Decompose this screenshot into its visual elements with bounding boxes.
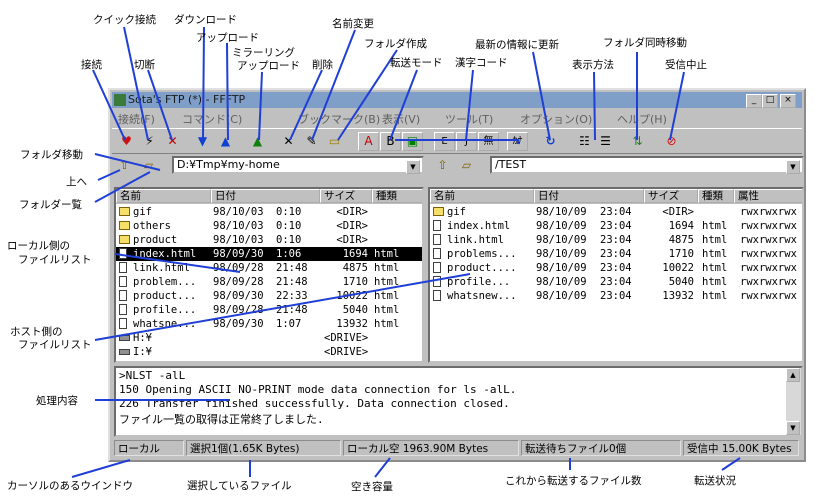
anno-local-list-2: ファイルリスト xyxy=(18,254,92,266)
anno-disconnect: 切断 xyxy=(134,59,155,71)
anno-rename: 名前変更 xyxy=(332,18,374,30)
anno-connect: 接続 xyxy=(81,59,102,71)
anno-cursor-window: カーソルのあるウインドウ xyxy=(7,480,133,492)
callout-lines xyxy=(71,26,741,478)
anno-quick-connect: クイック接続 xyxy=(93,14,156,26)
anno-pending: これから転送するファイル数 xyxy=(505,475,642,487)
anno-delete: 削除 xyxy=(312,59,333,71)
anno-mkdir: フォルダ作成 xyxy=(364,38,427,50)
anno-upload: アップロード xyxy=(196,32,259,44)
anno-abort: 受信中止 xyxy=(665,59,707,71)
anno-refresh: 最新の情報に更新 xyxy=(475,39,559,51)
anno-host-list-2: ファイルリスト xyxy=(18,339,92,351)
anno-view-mode: 表示方法 xyxy=(572,59,614,71)
anno-folder-list: フォルダー覧 xyxy=(19,199,82,211)
anno-process: 処理内容 xyxy=(36,395,78,407)
anno-mirror-2: アップロード xyxy=(237,60,300,72)
anno-sync: フォルダ同時移動 xyxy=(603,37,687,49)
anno-kanji: 漢字コード xyxy=(455,57,508,69)
anno-up: 上へ xyxy=(66,176,87,188)
anno-local-list-1: ローカル側の xyxy=(7,240,70,252)
anno-transfer-status: 転送状況 xyxy=(694,475,736,487)
anno-folder-move: フォルダ移動 xyxy=(20,149,83,161)
anno-download: ダウンロード xyxy=(174,14,237,26)
anno-selected-files: 選択しているファイル xyxy=(187,480,292,492)
anno-transfer-mode: 転送モード xyxy=(390,57,443,69)
anno-free-space: 空き容量 xyxy=(351,481,393,493)
